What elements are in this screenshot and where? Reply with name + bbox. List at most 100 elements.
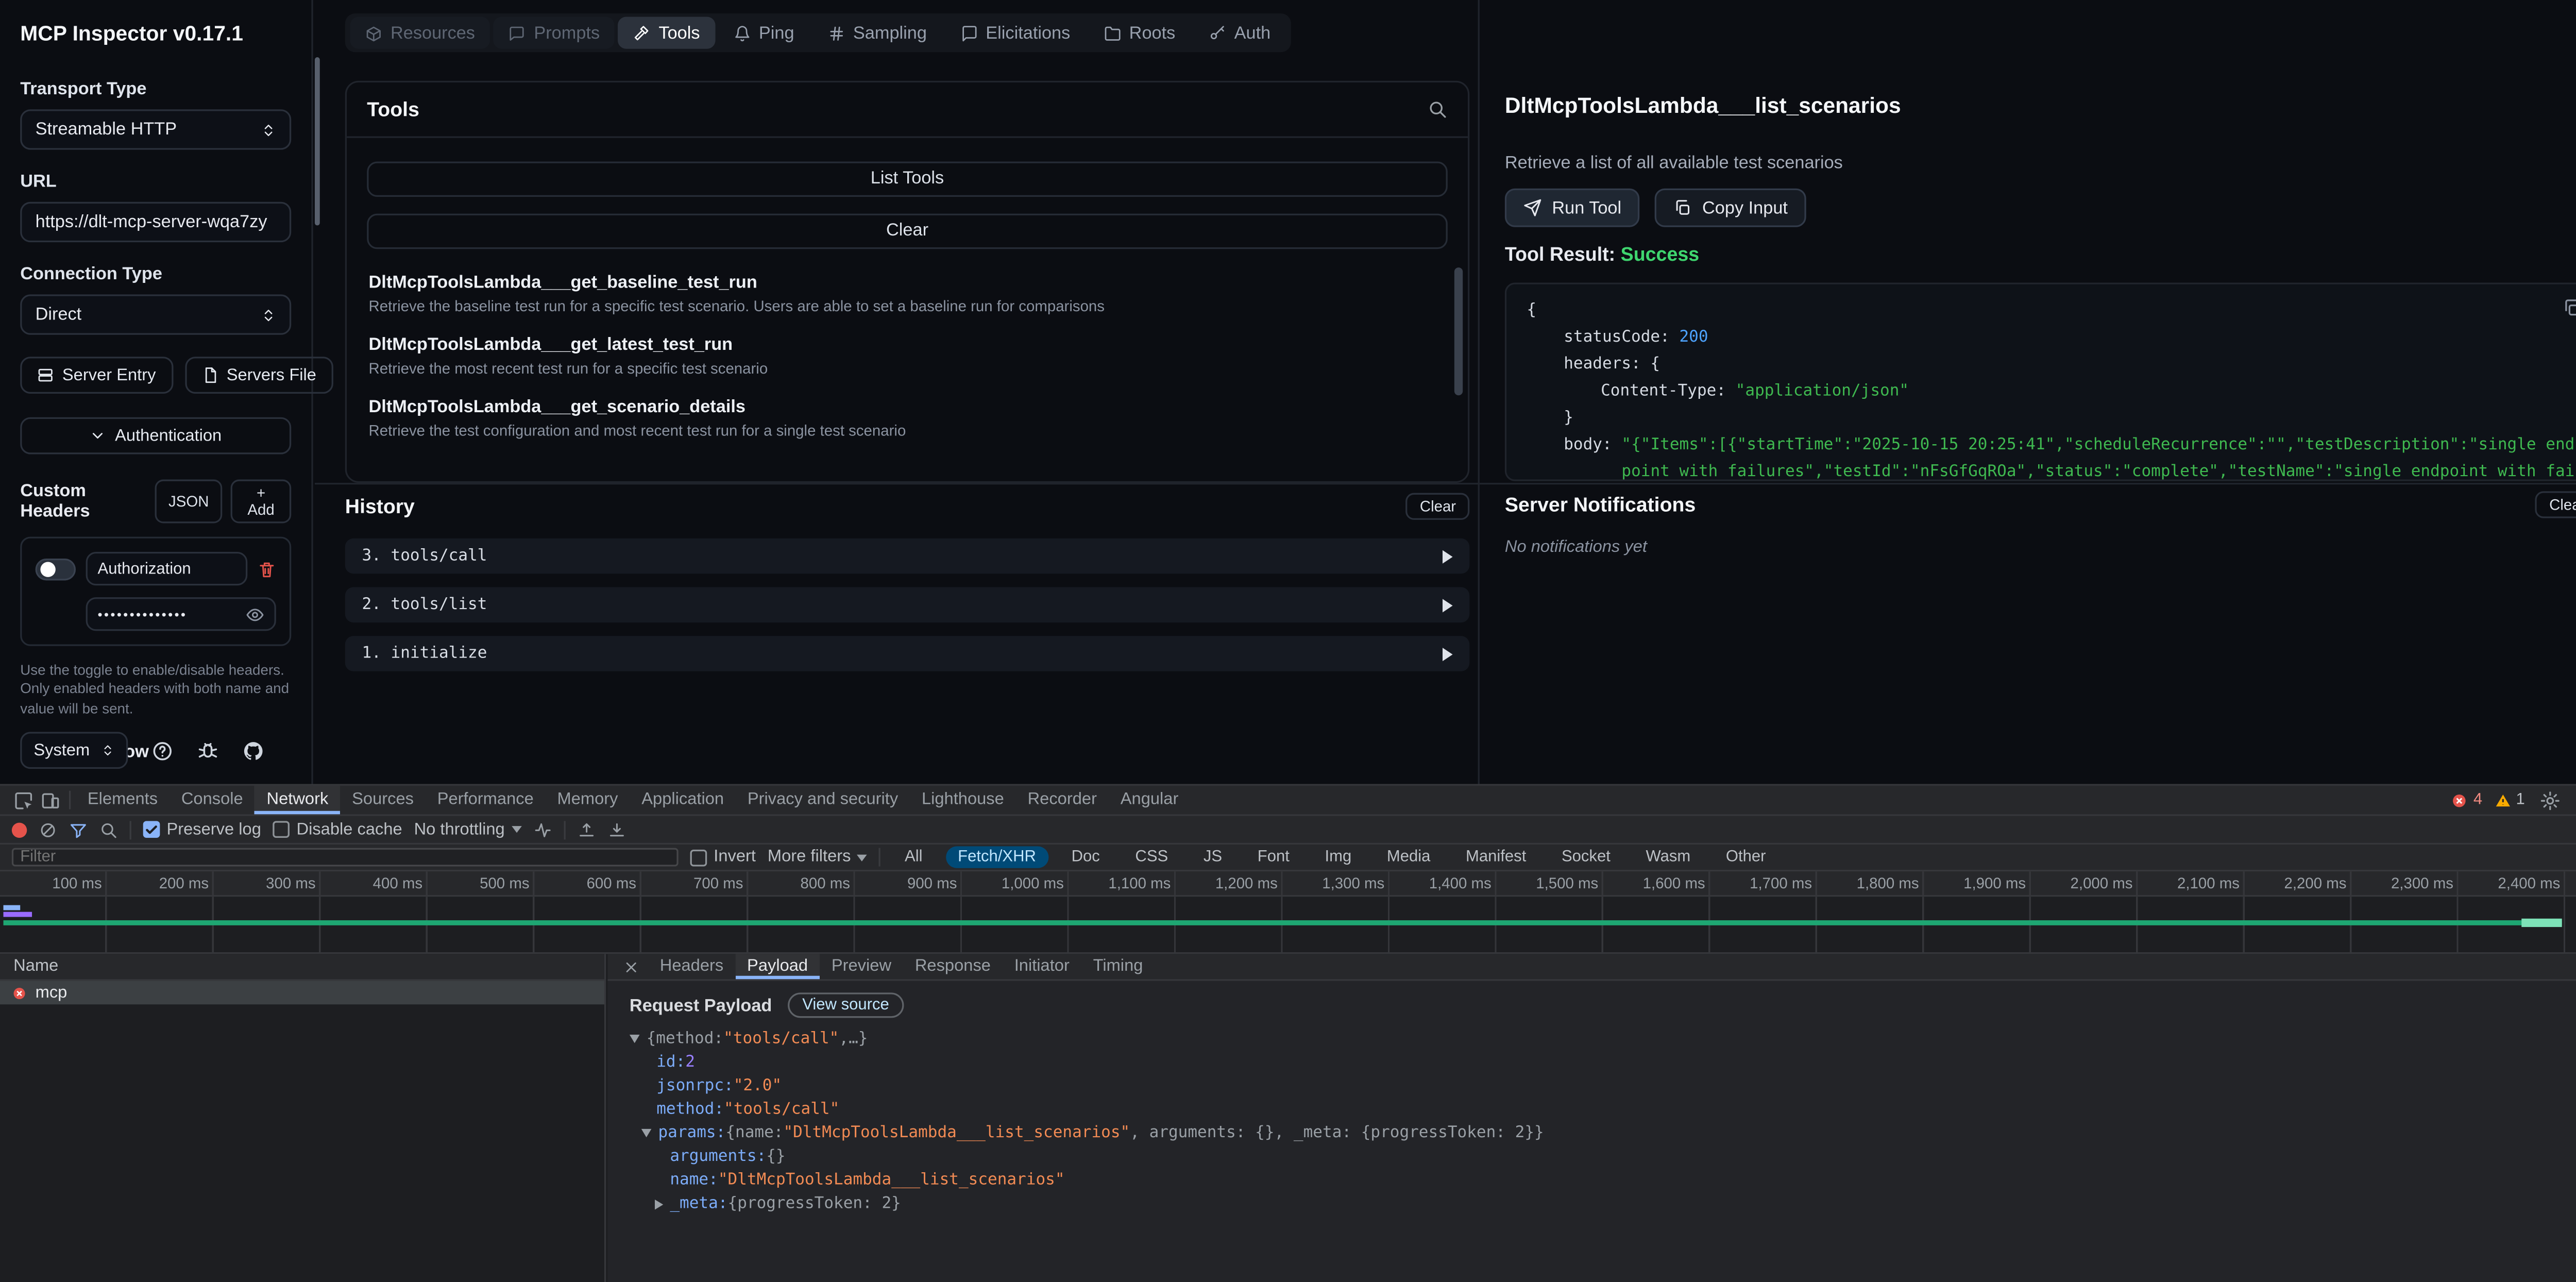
detail-tab-payload[interactable]: Payload — [735, 954, 820, 979]
invert-checkbox[interactable]: Invert — [690, 848, 756, 867]
tab-ping[interactable]: Ping — [718, 17, 809, 49]
theme-select[interactable]: System — [20, 732, 128, 769]
preserve-log-checkbox[interactable]: Preserve log — [143, 820, 261, 839]
import-har-icon[interactable] — [577, 820, 596, 839]
network-filter-input[interactable] — [12, 848, 679, 867]
search-network-icon[interactable] — [99, 820, 118, 839]
url-input[interactable] — [36, 212, 276, 232]
connection-type-select[interactable]: Direct — [20, 294, 291, 334]
run-tool-button[interactable]: Run Tool — [1505, 189, 1640, 227]
tab-elicitations[interactable]: Elicitations — [945, 17, 1086, 49]
devtools-tab-console[interactable]: Console — [170, 786, 255, 815]
filter-chip-manifest[interactable]: Manifest — [1454, 846, 1538, 868]
clear-tools-button[interactable]: Clear — [367, 214, 1448, 249]
clear-history-button[interactable]: Clear — [1406, 493, 1470, 520]
disable-cache-checkbox[interactable]: Disable cache — [273, 820, 402, 839]
tool-list-item[interactable]: DltMcpToolsLambda___get_scenario_details… — [369, 397, 1434, 440]
history-item[interactable]: 1. initialize — [345, 636, 1469, 671]
url-field[interactable] — [20, 202, 291, 242]
clear-notifications-button[interactable]: Clear — [2536, 491, 2576, 518]
filter-chip-wasm[interactable]: Wasm — [1634, 846, 1703, 868]
tab-sampling[interactable]: Sampling — [812, 17, 942, 49]
devtools-menu-icon[interactable] — [2574, 790, 2576, 810]
inspect-element-icon[interactable] — [13, 790, 33, 810]
delete-header-icon[interactable] — [258, 560, 276, 578]
detail-tab-preview[interactable]: Preview — [820, 954, 903, 979]
filter-chip-other[interactable]: Other — [1714, 846, 1777, 868]
devtools-tab-memory[interactable]: Memory — [546, 786, 630, 815]
tool-list-item[interactable]: DltMcpToolsLambda___get_latest_test_run … — [369, 335, 1434, 377]
header-enable-toggle[interactable] — [36, 558, 76, 579]
throttling-select[interactable]: No throttling — [414, 820, 522, 839]
copy-result-icon[interactable] — [2562, 298, 2576, 318]
clear-network-log-icon[interactable] — [39, 820, 57, 839]
issues-badge[interactable]: 1 — [2494, 791, 2525, 809]
detail-tab-headers[interactable]: Headers — [648, 954, 735, 979]
filter-chip-css[interactable]: CSS — [1124, 846, 1180, 868]
copy-input-button[interactable]: Copy Input — [1655, 189, 1806, 227]
filter-chip-font[interactable]: Font — [1246, 846, 1301, 868]
devtools-tab-application[interactable]: Application — [630, 786, 736, 815]
payload-meta-line[interactable]: _meta: {progressToken: 2} — [655, 1194, 2576, 1213]
devtools-settings-icon[interactable] — [2540, 790, 2560, 810]
tool-list-item[interactable]: DltMcpToolsLambda___get_baseline_test_ru… — [369, 273, 1434, 315]
filter-chip-img[interactable]: Img — [1313, 846, 1364, 868]
history-item[interactable]: 2. tools/list — [345, 587, 1469, 623]
payload-params-line[interactable]: params: {name: "DltMcpToolsLambda___list… — [641, 1124, 2576, 1142]
list-tools-button[interactable]: List Tools — [367, 161, 1448, 197]
export-har-icon[interactable] — [607, 820, 626, 839]
devtools-tab-network[interactable]: Network — [255, 786, 341, 815]
waterfall-overview[interactable] — [0, 897, 2576, 954]
filter-chip-doc[interactable]: Doc — [1060, 846, 1112, 868]
tab-prompts[interactable]: Prompts — [494, 17, 615, 49]
devtools-tab-elements[interactable]: Elements — [76, 786, 170, 815]
devtools-tab-performance[interactable]: Performance — [426, 786, 546, 815]
bug-report-icon[interactable] — [197, 739, 218, 761]
server-entry-button[interactable]: Server Entry — [20, 357, 173, 394]
tab-auth[interactable]: Auth — [1194, 17, 1285, 49]
servers-file-button[interactable]: Servers File — [184, 357, 333, 394]
help-icon[interactable] — [151, 739, 173, 761]
filter-chip-js[interactable]: JS — [1192, 846, 1234, 868]
devtools-tabbar: Elements Console Network Sources Perform… — [0, 786, 2576, 816]
more-filters-select[interactable]: More filters — [768, 848, 868, 867]
view-source-button[interactable]: View source — [787, 992, 904, 1018]
payload-root-line[interactable]: {method: "tools/call",…} — [630, 1030, 2576, 1048]
tools-list-scrollbar[interactable] — [1454, 267, 1463, 395]
header-name-input[interactable] — [97, 560, 235, 578]
filter-chip-media[interactable]: Media — [1375, 846, 1442, 868]
request-row-mcp[interactable]: mcp — [0, 981, 604, 1005]
filter-chip-socket[interactable]: Socket — [1550, 846, 1622, 868]
filter-chip-all[interactable]: All — [893, 846, 934, 868]
devtools-tab-sources[interactable]: Sources — [340, 786, 426, 815]
devtools-tab-recorder[interactable]: Recorder — [1016, 786, 1109, 815]
detail-tab-initiator[interactable]: Initiator — [1003, 954, 1081, 979]
devtools-tab-privacy[interactable]: Privacy and security — [736, 786, 910, 815]
device-toolbar-icon[interactable] — [40, 790, 60, 810]
authentication-collapse-button[interactable]: Authentication — [20, 417, 291, 454]
search-tools-icon[interactable] — [1428, 99, 1448, 120]
record-network-log-icon[interactable] — [12, 822, 27, 837]
sidebar-scrollbar[interactable] — [315, 57, 320, 226]
detail-tab-timing[interactable]: Timing — [1081, 954, 1155, 979]
close-detail-icon[interactable] — [623, 958, 640, 975]
filter-chip-fetch-xhr[interactable]: Fetch/XHR — [946, 846, 1048, 868]
network-conditions-icon[interactable] — [533, 820, 552, 839]
json-mode-button[interactable]: JSON — [155, 480, 223, 524]
history-item[interactable]: 3. tools/call — [345, 538, 1469, 574]
console-errors-badge[interactable]: 4 — [2451, 791, 2482, 809]
filter-icon[interactable] — [69, 820, 88, 839]
header-value-field[interactable]: •••••••••••••• — [86, 597, 276, 631]
name-column-header[interactable]: Name — [13, 957, 58, 976]
github-icon[interactable] — [242, 739, 264, 761]
detail-tab-response[interactable]: Response — [903, 954, 1003, 979]
show-value-eye-icon[interactable] — [246, 605, 264, 623]
tab-roots[interactable]: Roots — [1089, 17, 1190, 49]
devtools-tab-lighthouse[interactable]: Lighthouse — [910, 786, 1016, 815]
devtools-tab-angular[interactable]: Angular — [1109, 786, 1190, 815]
transport-type-select[interactable]: Streamable HTTP — [20, 109, 291, 149]
header-name-field[interactable] — [86, 552, 248, 585]
add-header-button[interactable]: + Add — [231, 480, 291, 524]
tab-resources[interactable]: Resources — [350, 17, 490, 49]
tab-tools[interactable]: Tools — [618, 17, 715, 49]
